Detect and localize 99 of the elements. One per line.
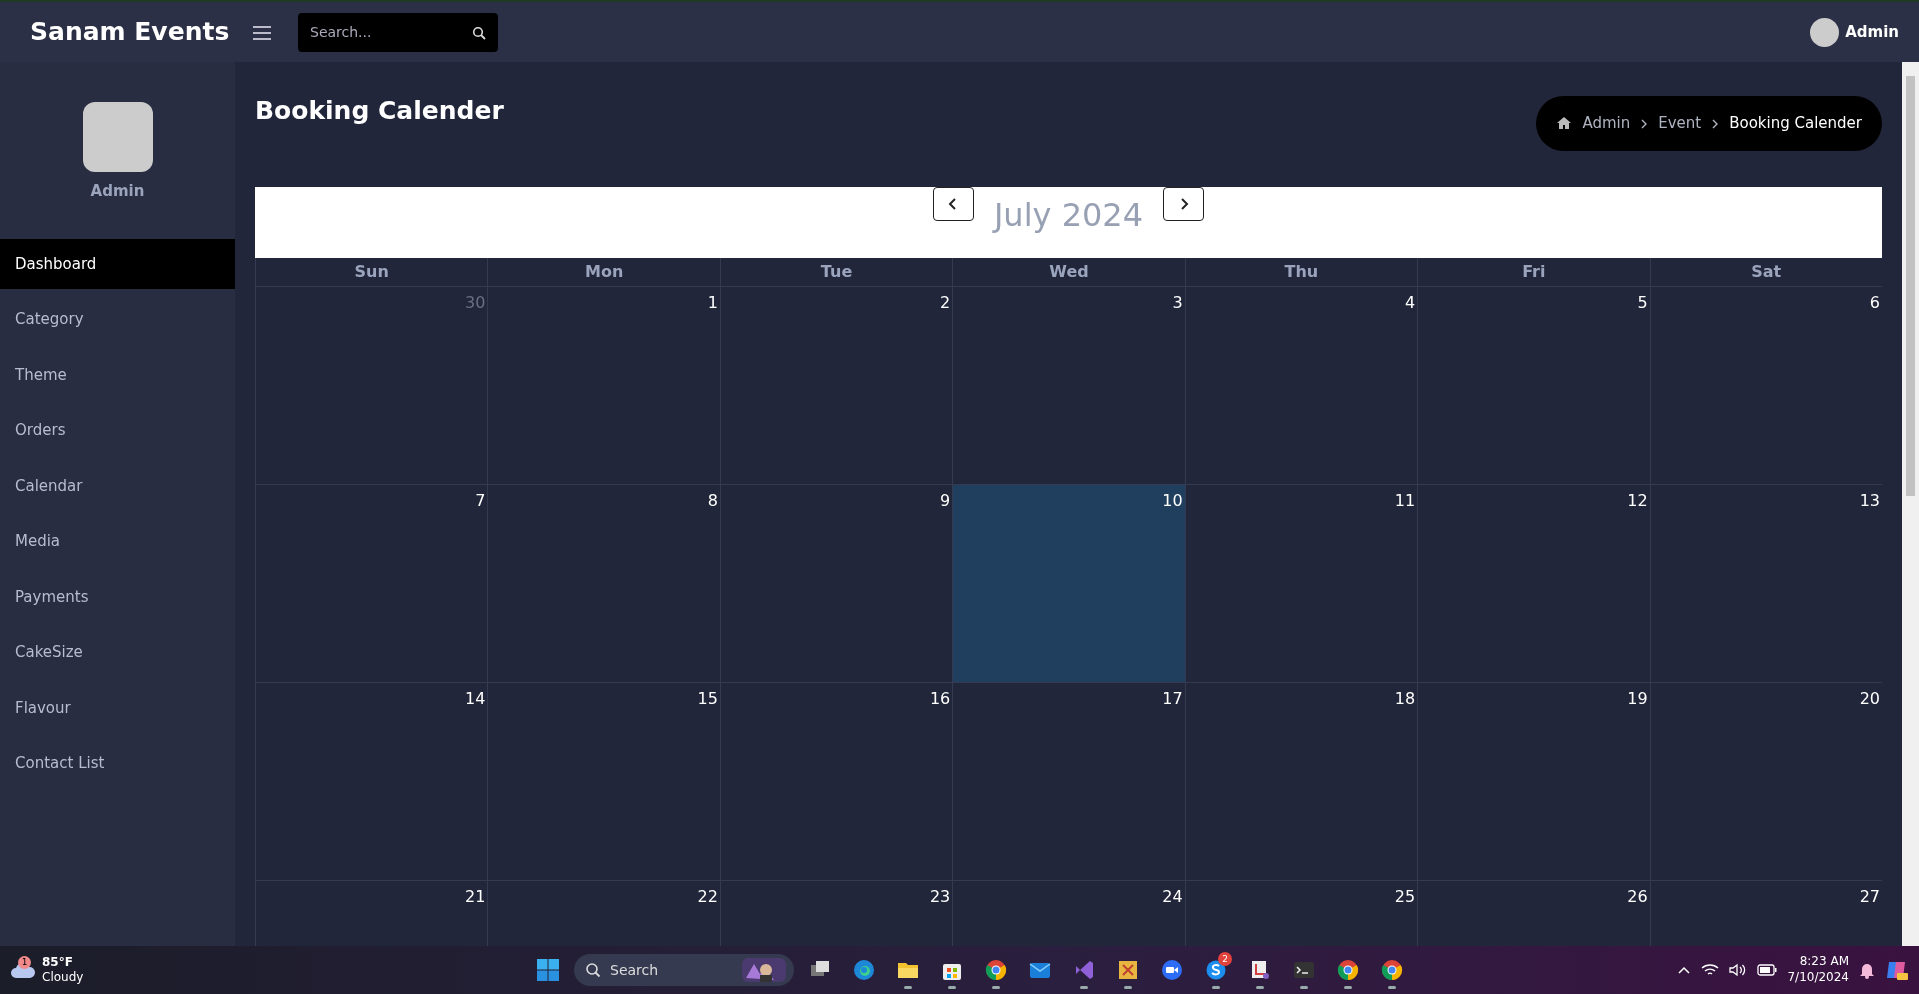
breadcrumb-link[interactable]: Event [1658, 112, 1702, 135]
chevron-up-icon[interactable] [1677, 965, 1692, 975]
day-cell[interactable]: 11 [1184, 484, 1418, 683]
day-number: 5 [1637, 292, 1648, 312]
clock[interactable]: 8:23 AM 7/10/2024 [1787, 954, 1849, 986]
temperature: 85°F [42, 955, 74, 970]
profile-name: Admin [89, 181, 146, 202]
day-cell[interactable]: 10 [952, 484, 1185, 683]
brand-title: Sanam Events [30, 16, 231, 49]
day-number: 16 [929, 688, 951, 708]
day-number: 9 [940, 490, 951, 510]
sidebar-item[interactable]: Theme [0, 349, 235, 400]
camera-icon [1160, 958, 1184, 982]
day-number: 13 [1859, 490, 1880, 510]
weekday-header: Tue [719, 257, 953, 287]
day-number: 11 [1394, 490, 1416, 510]
day-cell[interactable]: 8 [487, 484, 720, 683]
day-cell[interactable]: 7 [255, 484, 488, 683]
speaker-icon[interactable] [1729, 963, 1748, 977]
chevron-left-icon [948, 196, 959, 211]
sidebar-item[interactable]: Dashboard [0, 238, 235, 289]
page-title: Booking Calender [255, 96, 504, 126]
weekday-header: Fri [1417, 257, 1650, 287]
scrollbar[interactable] [1902, 62, 1919, 946]
day-number: 18 [1394, 688, 1416, 708]
taskbar-app-button[interactable]: 2 [1198, 950, 1234, 990]
profile-avatar [82, 102, 153, 172]
day-cell[interactable]: 2 [719, 286, 953, 485]
breadcrumb-current: Booking Calender [1729, 113, 1862, 134]
next-month-button[interactable] [1163, 186, 1205, 221]
sidebar-item[interactable]: CakeSize [0, 627, 235, 678]
day-number: 20 [1859, 688, 1880, 708]
day-number: 8 [707, 490, 718, 510]
day-number: 15 [697, 688, 718, 708]
day-cell[interactable]: 1 [487, 286, 720, 485]
weekday-header: Sat [1649, 257, 1882, 287]
day-cell[interactable]: 5 [1417, 286, 1650, 485]
chrome-icon [1380, 958, 1404, 982]
day-number: 23 [929, 886, 951, 906]
day-cell[interactable]: 15 [487, 682, 720, 881]
sidebar-item[interactable]: Contact List [0, 738, 235, 789]
day-number: 4 [1404, 292, 1416, 312]
sidebar-item[interactable]: Flavour [0, 682, 235, 733]
notification-badge: 2 [1218, 952, 1232, 966]
wrench-icon [1116, 958, 1140, 982]
day-cell[interactable]: 18 [1184, 682, 1418, 881]
day-cell[interactable]: 13 [1649, 484, 1882, 683]
day-number: 12 [1627, 490, 1648, 510]
home-icon[interactable] [1556, 116, 1573, 131]
battery-icon[interactable] [1757, 964, 1778, 976]
month-title: July 2024 [993, 194, 1144, 236]
day-cell[interactable]: 6 [1649, 286, 1882, 485]
day-number: 25 [1394, 886, 1416, 906]
day-number: 24 [1162, 886, 1183, 906]
search-icon[interactable] [472, 25, 486, 40]
chevron-right-icon [1178, 196, 1189, 211]
day-number: 19 [1627, 688, 1648, 708]
day-number: 6 [1869, 292, 1880, 312]
day-number: 2 [940, 292, 951, 312]
weekday-header: Thu [1184, 257, 1418, 287]
day-number: 14 [465, 688, 486, 708]
swirl-icon [852, 958, 876, 982]
day-number: 22 [697, 886, 718, 906]
breadcrumb-link[interactable]: Admin [1582, 112, 1631, 135]
sidebar-item[interactable]: Payments [0, 571, 235, 622]
day-number: 17 [1162, 688, 1183, 708]
weather-condition: Cloudy [42, 970, 84, 985]
wifi-icon[interactable] [1701, 963, 1720, 977]
chrome-icon [984, 958, 1008, 982]
day-number: 30 [465, 292, 486, 312]
day-cell[interactable]: 4 [1184, 286, 1418, 485]
search-icon [585, 962, 601, 978]
day-cell[interactable]: 16 [719, 682, 953, 881]
previous-month-button[interactable] [932, 186, 974, 221]
day-number: 27 [1859, 886, 1880, 906]
search-field[interactable]: Search... [298, 12, 498, 52]
chrome-icon [1336, 958, 1360, 982]
day-cell[interactable]: 14 [255, 682, 488, 881]
day-cell[interactable]: 3 [952, 286, 1185, 485]
day-cell[interactable]: 20 [1649, 682, 1882, 881]
day-cell[interactable]: 17 [952, 682, 1185, 881]
day-number: 21 [465, 886, 486, 906]
sidebar-item[interactable]: Category [0, 294, 235, 345]
sidebar-item[interactable]: Media [0, 516, 235, 567]
day-cell[interactable]: 19 [1417, 682, 1650, 881]
user-avatar[interactable] [1810, 17, 1840, 47]
weekday-header: Sun [255, 257, 488, 287]
day-number: 1 [707, 292, 718, 312]
day-cell[interactable]: 12 [1417, 484, 1650, 683]
sidebar-item[interactable]: Calendar [0, 460, 235, 511]
day-number: 10 [1162, 490, 1183, 510]
weekday-header: Wed [952, 257, 1185, 287]
bell-icon[interactable] [1859, 961, 1875, 979]
day-number: 7 [475, 490, 486, 510]
day-number: 26 [1627, 886, 1648, 906]
sidebar-item[interactable]: Orders [0, 405, 235, 456]
day-number: 3 [1172, 292, 1183, 312]
weekday-header: Mon [487, 257, 720, 287]
user-name[interactable]: Admin [1845, 20, 1899, 44]
